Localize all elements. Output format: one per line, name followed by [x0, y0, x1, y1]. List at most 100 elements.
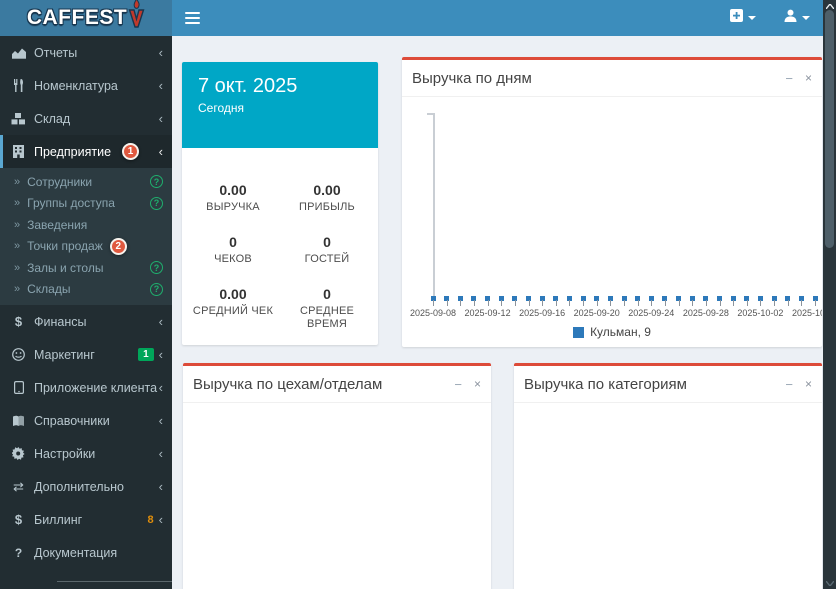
gear-icon: [10, 447, 27, 460]
sidebar-item-billing[interactable]: $ Биллинг 8 ‹: [0, 503, 172, 536]
logo[interactable]: CAFFEST: [0, 0, 172, 36]
angle-double-right-icon: »: [14, 240, 21, 253]
smiley-icon: [10, 348, 27, 361]
dollar-icon: $: [14, 512, 23, 527]
torch-icon: [128, 0, 145, 35]
legend-label: Кульман, 9: [590, 325, 651, 339]
sidebar-subitem[interactable]: » Сотрудники?: [0, 171, 172, 193]
panel-title: Выручка по категориям: [524, 375, 687, 393]
x-tick: [610, 300, 612, 306]
sidebar-item-docs[interactable]: ? Документация: [0, 536, 172, 569]
vertical-scrollbar: [823, 0, 836, 589]
close-icon[interactable]: ×: [474, 378, 481, 390]
sidebar-item-directories[interactable]: Справочники ‹: [0, 404, 172, 437]
quick-add-dropdown[interactable]: [730, 9, 756, 27]
today-stats-header: 7 окт. 2025 Сегодня: [182, 62, 378, 148]
chevron-left-icon: ‹: [158, 314, 163, 329]
x-tick: [801, 300, 803, 306]
chart-y-axis: [433, 113, 435, 301]
sidebar-item-nomenclature[interactable]: Номенклатура ‹: [0, 69, 172, 102]
sidebar-item-enterprise[interactable]: Предприятие 1 ‹: [0, 135, 172, 168]
scroll-down-icon[interactable]: [823, 578, 836, 588]
sidebar-item-label: Маркетинг: [34, 347, 95, 362]
sidebar-item-warehouse[interactable]: Склад ‹: [0, 102, 172, 135]
help-icon[interactable]: ?: [150, 282, 163, 296]
sidebar-item-label: Документация: [34, 545, 118, 560]
close-icon[interactable]: ×: [805, 72, 812, 84]
chart-y-tick: [427, 113, 433, 115]
sidebar-item-label: Номенклатура: [34, 78, 118, 93]
sidebar-subitem[interactable]: » Заведения: [0, 214, 172, 236]
sidebar-submenu: » Сотрудники? » Группы доступа? » Заведения » Т…: [0, 168, 172, 305]
hamburger-menu-icon[interactable]: [185, 9, 200, 27]
x-tick: [487, 300, 489, 306]
stat-value: 0: [323, 286, 331, 302]
chevron-left-icon: ‹: [158, 512, 163, 527]
user-menu-dropdown[interactable]: [784, 9, 810, 27]
help-icon[interactable]: ?: [150, 261, 163, 275]
x-tick: [596, 300, 598, 306]
x-tick-label: 2025-09-12: [464, 308, 511, 318]
x-tick: [460, 300, 462, 306]
minimize-icon[interactable]: −: [454, 378, 462, 391]
menu-count: 8: [147, 513, 154, 526]
help-icon[interactable]: ?: [150, 175, 163, 189]
stat-cell: 0.00 ВЫРУЧКА: [186, 182, 280, 214]
sidebar-menu: Отчеты ‹ Номенклатура ‹ Склад ‹ Предприятие 1 ‹ »…: [0, 36, 172, 569]
x-tick: [787, 300, 789, 306]
angle-double-right-icon: »: [14, 218, 21, 231]
stat-label: СРЕДНИЙ ЧЕК: [192, 305, 274, 317]
sidebar-item-settings[interactable]: Настройки ‹: [0, 437, 172, 470]
x-tick: [569, 300, 571, 306]
x-tick: [664, 300, 666, 306]
sidebar-subitem[interactable]: » Группы доступа?: [0, 193, 172, 215]
x-tick: [651, 300, 653, 306]
x-tick-label: 2025-10-02: [737, 308, 784, 318]
plus-square-icon: [730, 9, 743, 27]
x-tick: [446, 300, 448, 306]
scrollbar-thumb[interactable]: [825, 10, 834, 248]
close-icon[interactable]: ×: [805, 378, 812, 390]
stat-value: 0.00: [313, 182, 341, 198]
stat-cell: 0 СРЕДНЕЕ ВРЕМЯ: [280, 286, 374, 331]
top-header: CAFFEST: [0, 0, 836, 36]
sidebar-item-client-app[interactable]: Приложение клиента ‹: [0, 371, 172, 404]
x-tick: [514, 300, 516, 306]
days-chart: Кульман, 9 2025-09-08 2025-09-12 2025-09-1…: [402, 97, 822, 347]
stat-label: ГОСТЕЙ: [304, 253, 350, 265]
panel-revenue-by-days: Выручка по дням − × Кульман, 9 2025-09-0…: [402, 57, 822, 347]
x-tick: [719, 300, 721, 306]
panel-title: Выручка по дням: [412, 69, 532, 87]
help-icon[interactable]: ?: [150, 196, 163, 210]
sidebar-item-reports[interactable]: Отчеты ‹: [0, 36, 172, 69]
sidebar-item-label: Отчеты: [34, 45, 78, 60]
minimize-icon[interactable]: −: [785, 72, 793, 85]
sidebar-item-label: Дополнительно: [34, 479, 124, 494]
hint-badge[interactable]: 2: [109, 237, 127, 255]
hint-badge[interactable]: 1: [122, 143, 139, 160]
x-tick-label: 2025-09-24: [628, 308, 675, 318]
stat-value: 0.00: [219, 286, 247, 302]
x-tick: [501, 300, 503, 306]
x-tick: [473, 300, 475, 306]
chevron-left-icon: ‹: [158, 479, 163, 494]
sidebar-subitem[interactable]: » Склады?: [0, 279, 172, 301]
sidebar-item-marketing[interactable]: Маркетинг 1 ‹: [0, 338, 172, 371]
exchange-icon: ⇄: [13, 478, 24, 494]
sidebar-item-label: Финансы: [34, 314, 87, 329]
tablet-icon: [10, 381, 27, 394]
sidebar-item-label: Биллинг: [34, 512, 83, 527]
sidebar-subitem[interactable]: » Залы и столы?: [0, 257, 172, 279]
date-title: 7 окт. 2025: [198, 75, 298, 97]
x-tick: [624, 300, 625, 306]
angle-double-right-icon: »: [14, 175, 21, 188]
minimize-icon[interactable]: −: [785, 378, 793, 391]
angle-double-right-icon: »: [14, 283, 21, 296]
x-tick: [746, 300, 748, 306]
stat-cell: 0.00 СРЕДНИЙ ЧЕК: [186, 286, 280, 331]
sidebar-subitem-label: Группы доступа: [27, 196, 115, 211]
sidebar-item-finance[interactable]: $ Финансы ‹: [0, 305, 172, 338]
sidebar-subitem[interactable]: » Точки продаж 2: [0, 236, 172, 258]
sidebar-item-extra[interactable]: ⇄ Дополнительно ‹: [0, 470, 172, 503]
sidebar-subitem-label: Заведения: [27, 217, 88, 232]
